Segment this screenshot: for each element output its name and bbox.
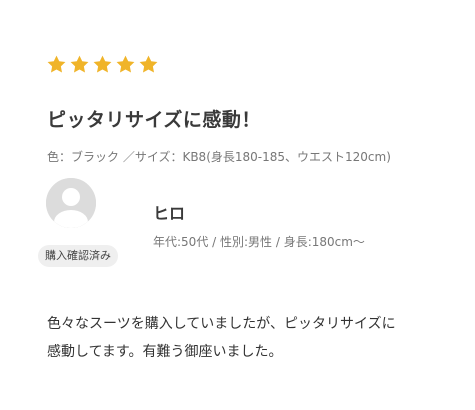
review-body-line: 色々なスーツを購入していましたが、ピッタリサイズに bbox=[47, 316, 396, 332]
star-icon bbox=[138, 54, 159, 75]
review-card: ピッタリサイズに感動！ 色：ブラック ／サイズ：KB8(身長180-185、ウエ… bbox=[0, 0, 475, 410]
star-icon bbox=[92, 54, 113, 75]
star-icon bbox=[69, 54, 90, 75]
star-icon bbox=[115, 54, 136, 75]
review-body: 色々なスーツを購入していましたが、ピッタリサイズに 感動してます。有難う御座いま… bbox=[47, 310, 437, 366]
star-rating bbox=[46, 54, 159, 75]
avatar bbox=[46, 178, 96, 228]
reviewer-name: ヒロ bbox=[153, 204, 186, 223]
star-icon bbox=[46, 54, 67, 75]
review-body-line: 感動してます。有難う御座いました。 bbox=[47, 344, 283, 360]
product-attributes: 色：ブラック ／サイズ：KB8(身長180-185、ウエスト120cm) bbox=[47, 150, 391, 164]
user-silhouette-icon bbox=[46, 178, 96, 228]
verified-purchase-badge: 購入確認済み bbox=[38, 245, 118, 267]
review-title: ピッタリサイズに感動！ bbox=[47, 109, 261, 131]
reviewer-meta: 年代:50代 / 性別:男性 / 身長:180cm〜 bbox=[153, 235, 365, 249]
